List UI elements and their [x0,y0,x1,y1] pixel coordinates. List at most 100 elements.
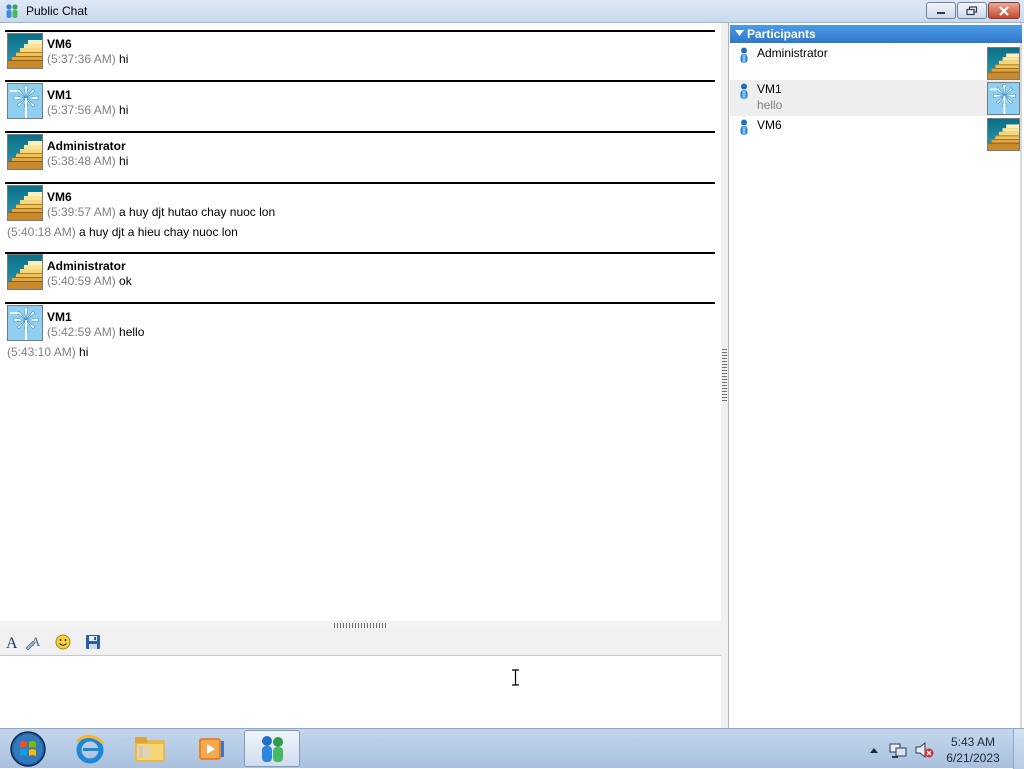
message-text: a huy djt a hieu chay nuoc lon [79,225,238,239]
message-timestamp: (5:42:59 AM) [47,325,116,339]
media-player-button[interactable] [183,730,239,767]
save-icon [86,635,100,649]
messenger-taskbar-button[interactable] [244,730,300,767]
message-timestamp: (5:40:59 AM) [47,274,116,288]
message-sender: VM1 [47,88,72,102]
message-sender: VM1 [47,310,72,324]
text-cursor-icon [512,669,519,686]
participant-status: hello [757,98,783,112]
format-toolbar: A A [0,629,721,656]
show-desktop-button[interactable] [1013,729,1024,769]
message-separator [5,252,715,254]
avatar [7,134,43,170]
start-button[interactable] [4,730,46,768]
user-icon [738,83,750,99]
participant-item[interactable]: Administrator [730,44,1020,80]
message-text: ok [119,274,132,288]
svg-text:A: A [6,635,18,650]
messenger-icon [262,735,283,762]
message-text: hi [119,103,129,117]
message-separator [5,30,715,32]
save-button[interactable] [84,633,102,651]
message-separator [5,80,715,82]
clock-time: 5:43 AM [950,735,996,749]
message-line: (5:40:59 AM) ok [47,274,132,288]
font-button[interactable]: A [4,633,22,651]
message-line: (5:39:57 AM) a huy djt hutao chay nuoc l… [47,205,275,219]
participant-item[interactable]: VM1 hello [730,80,1020,116]
message-text: hello [119,325,145,339]
message-timestamp: (5:39:57 AM) [47,205,116,219]
network-icon[interactable] [889,741,907,759]
avatar [987,118,1020,151]
message-separator [5,131,715,133]
chat-transcript[interactable]: VM6 (5:37:36 AM) hi VM1 (5:37:56 AM) hi … [0,23,721,621]
window-title: Public Chat [26,4,88,18]
message-text: hi [119,154,129,168]
participants-panel: Participants Administrator VM1 hello VM6 [728,23,1022,728]
message-line: (5:40:18 AM) a huy djt a hieu chay nuoc … [7,225,238,239]
message-separator [5,182,715,184]
minimize-button[interactable] [926,2,956,19]
avatar [7,33,43,69]
avatar [7,83,43,119]
avatar [7,254,43,290]
avatar [7,185,43,221]
message-sender: Administrator [47,139,126,153]
message-separator [5,302,715,304]
close-button[interactable] [988,2,1020,19]
taskbar: 5:43 AM 6/21/2023 [0,728,1024,769]
restore-button[interactable] [957,2,987,19]
restore-icon [966,5,978,15]
avatar [987,82,1020,115]
message-line: (5:37:36 AM) hi [47,52,128,66]
clock[interactable]: 5:43 AM 6/21/2023 [940,734,1006,766]
font-color-button[interactable]: A [25,633,43,651]
emoticon-icon [55,634,71,650]
folder-icon [135,736,165,762]
emoticon-button[interactable] [54,633,72,651]
participant-item[interactable]: VM6 [730,116,1020,152]
close-icon [999,5,1009,16]
internet-explorer-icon [76,734,105,763]
participants-header[interactable]: Participants [730,25,1022,43]
message-line: (5:38:48 AM) hi [47,154,128,168]
message-timestamp: (5:43:10 AM) [7,345,76,359]
message-line: (5:43:10 AM) hi [7,345,88,359]
show-hidden-icons-button[interactable] [868,729,880,769]
message-line: (5:42:59 AM) hello [47,325,144,339]
internet-explorer-button[interactable] [62,730,118,767]
window-titlebar: Public Chat [0,0,1024,23]
minimize-icon [937,11,945,14]
avatar [987,47,1020,80]
participant-name: VM6 [757,118,782,132]
message-timestamp: (5:37:36 AM) [47,52,116,66]
participant-name: Administrator [757,46,828,60]
message-sender: Administrator [47,259,126,273]
message-text: hi [119,52,129,66]
message-timestamp: (5:38:48 AM) [47,154,116,168]
message-sender: VM6 [47,37,72,51]
windows-explorer-button[interactable] [122,730,178,767]
volume-muted-icon[interactable] [914,741,934,759]
message-text: a huy djt hutao chay nuoc lon [119,205,276,219]
message-text: hi [79,345,89,359]
media-player-icon [199,737,224,760]
messenger-app-icon [6,4,18,18]
message-input[interactable] [0,656,721,728]
message-line: (5:37:56 AM) hi [47,103,128,117]
avatar [7,305,43,341]
participant-name: VM1 [757,82,782,96]
font-icon: A [6,635,18,650]
font-color-icon: A [25,634,41,650]
message-timestamp: (5:40:18 AM) [7,225,76,239]
collapse-arrow-icon [735,30,744,36]
message-timestamp: (5:37:56 AM) [47,103,116,117]
horizontal-splitter-grip[interactable] [334,623,387,628]
message-sender: VM6 [47,190,72,204]
vertical-splitter-grip[interactable] [722,349,727,403]
clock-date: 6/21/2023 [946,751,1000,765]
user-icon [738,47,750,63]
participants-title: Participants [747,27,816,41]
user-icon [738,119,750,135]
